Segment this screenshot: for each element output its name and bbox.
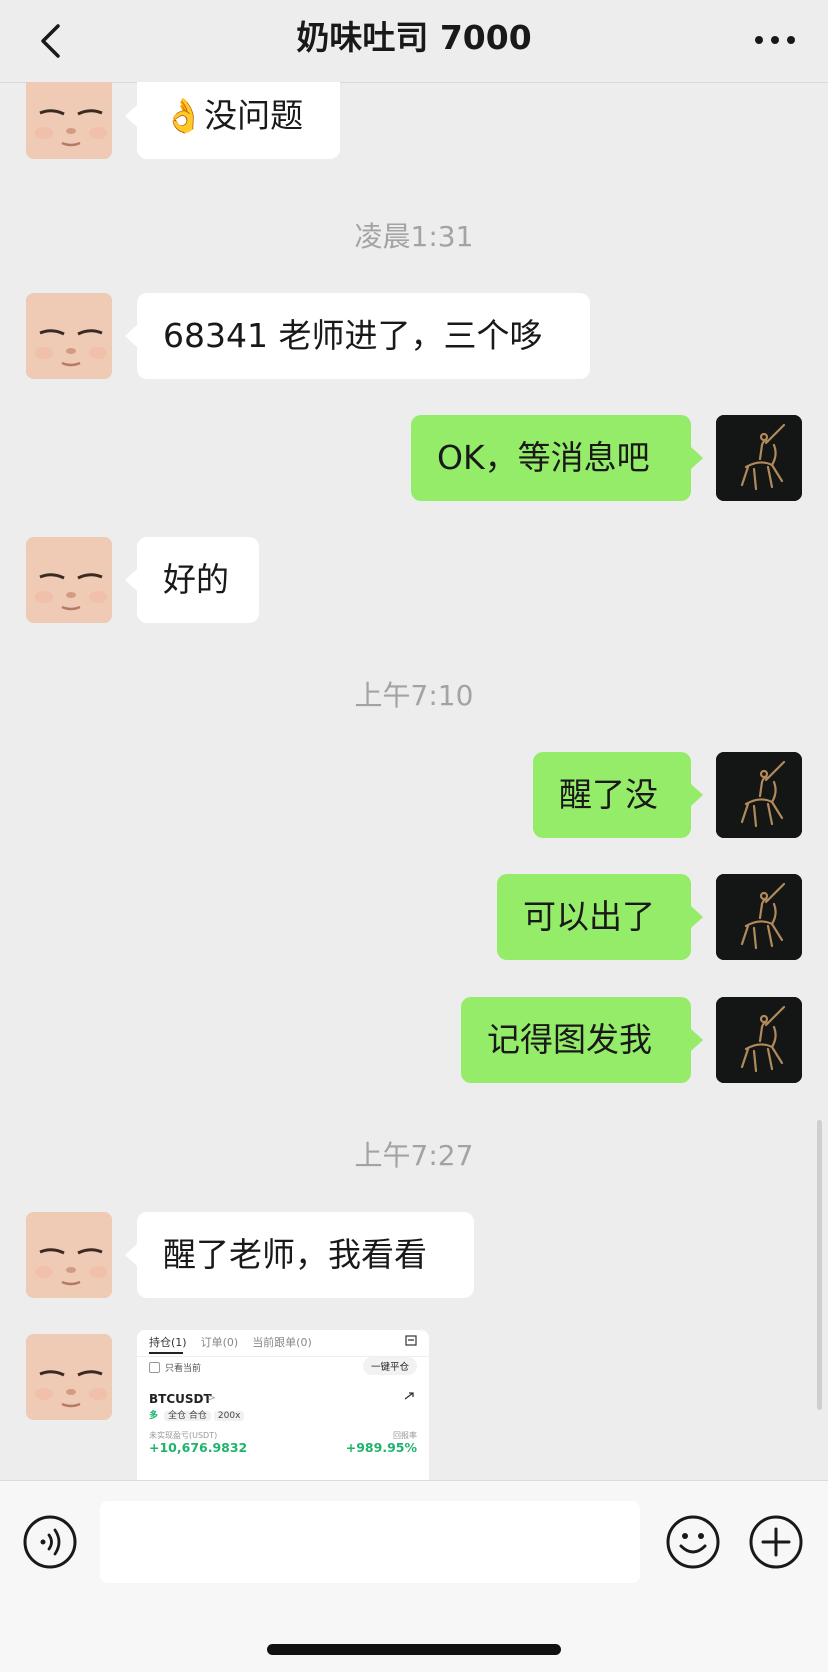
image-message-trade-screenshot[interactable]: 持仓(1) 订单(0) 当前跟单(0) 只看当前 一键平仓 BTCUSDT > 多全…: [137, 1330, 429, 1480]
scrollbar[interactable]: [817, 1120, 822, 1410]
chat-header: 奶味吐司 7000: [0, 0, 828, 83]
message-input[interactable]: [100, 1501, 640, 1583]
timestamp: 上午7:27: [354, 1139, 474, 1172]
more-dots-icon[interactable]: [752, 30, 798, 50]
emoji-icon[interactable]: [665, 1514, 721, 1570]
message-bubble-incoming[interactable]: 醒了老师，我看看: [137, 1212, 474, 1298]
margin-mode-tag: 全仓 合仓: [164, 1411, 211, 1421]
only-current-label: 只看当前: [165, 1364, 202, 1374]
baby-face-avatar-icon: [26, 537, 112, 623]
my-avatar[interactable]: [716, 415, 802, 501]
message-bubble-outgoing[interactable]: 可以出了: [497, 874, 691, 960]
bubble-tail: [125, 105, 137, 127]
polo-horse-avatar-icon: [716, 415, 802, 501]
plus-icon[interactable]: [748, 1514, 804, 1570]
tab-copy: 当前跟单(0): [252, 1336, 312, 1349]
roe-value: +989.95%: [345, 1440, 417, 1455]
contact-avatar[interactable]: [26, 82, 112, 159]
contact-avatar[interactable]: [26, 1212, 112, 1298]
tab-positions: 持仓(1): [149, 1336, 187, 1349]
message-bubble-outgoing[interactable]: 醒了没: [533, 752, 691, 838]
screenshot-tabs: 持仓(1) 订单(0) 当前跟单(0): [149, 1334, 326, 1350]
my-avatar[interactable]: [716, 874, 802, 960]
message-bubble-incoming[interactable]: 👌没问题: [137, 82, 340, 159]
message-bubble-outgoing[interactable]: 记得图发我: [461, 997, 691, 1083]
bubble-tail: [125, 569, 137, 591]
message-bubble-outgoing[interactable]: OK，等消息吧: [411, 415, 691, 501]
baby-face-avatar-icon: [26, 293, 112, 379]
contact-avatar[interactable]: [26, 537, 112, 623]
message-list[interactable]: 👌没问题 凌晨1:31 68341 老师进了，三个哆 OK，等消息吧 好的 上午…: [0, 82, 828, 1480]
tab-orders: 订单(0): [200, 1336, 239, 1349]
baby-face-avatar-icon: [26, 82, 112, 159]
chat-title: 奶味吐司 7000: [296, 18, 532, 57]
polo-horse-avatar-icon: [716, 997, 802, 1083]
calendar-icon: [405, 1335, 417, 1346]
share-icon: [404, 1392, 414, 1400]
side-tag: 多: [149, 1411, 159, 1421]
timestamp: 上午7:10: [354, 679, 474, 712]
bubble-tail: [691, 784, 703, 806]
bubble-tail: [691, 1029, 703, 1051]
close-all-button: 一键平仓: [362, 1357, 417, 1375]
my-avatar[interactable]: [716, 752, 802, 838]
bubble-tail: [125, 325, 137, 347]
message-bubble-incoming[interactable]: 好的: [137, 537, 259, 623]
bubble-tail: [691, 447, 703, 469]
bubble-tail: [125, 1244, 137, 1266]
input-bar: [0, 1480, 828, 1672]
symbol-label: BTCUSDT: [149, 1392, 212, 1406]
polo-horse-avatar-icon: [716, 874, 802, 960]
voice-icon[interactable]: [22, 1514, 78, 1570]
home-indicator[interactable]: [267, 1644, 561, 1655]
baby-face-avatar-icon: [26, 1334, 112, 1420]
my-avatar[interactable]: [716, 997, 802, 1083]
unrealized-pnl-value: +10,676.9832: [149, 1440, 248, 1455]
polo-horse-avatar-icon: [716, 752, 802, 838]
message-bubble-incoming[interactable]: 68341 老师进了，三个哆: [137, 293, 590, 379]
baby-face-avatar-icon: [26, 1212, 112, 1298]
timestamp: 凌晨1:31: [354, 220, 474, 253]
position-tags: 多全仓 合仓 200x: [149, 1408, 247, 1421]
leverage-tag: 200x: [213, 1411, 245, 1421]
checkbox-icon: [149, 1362, 160, 1373]
contact-avatar[interactable]: [26, 293, 112, 379]
active-tab-underline: [149, 1352, 183, 1354]
contact-avatar[interactable]: [26, 1334, 112, 1420]
chevron-right-icon: >: [207, 1391, 217, 1404]
bubble-tail: [691, 906, 703, 928]
